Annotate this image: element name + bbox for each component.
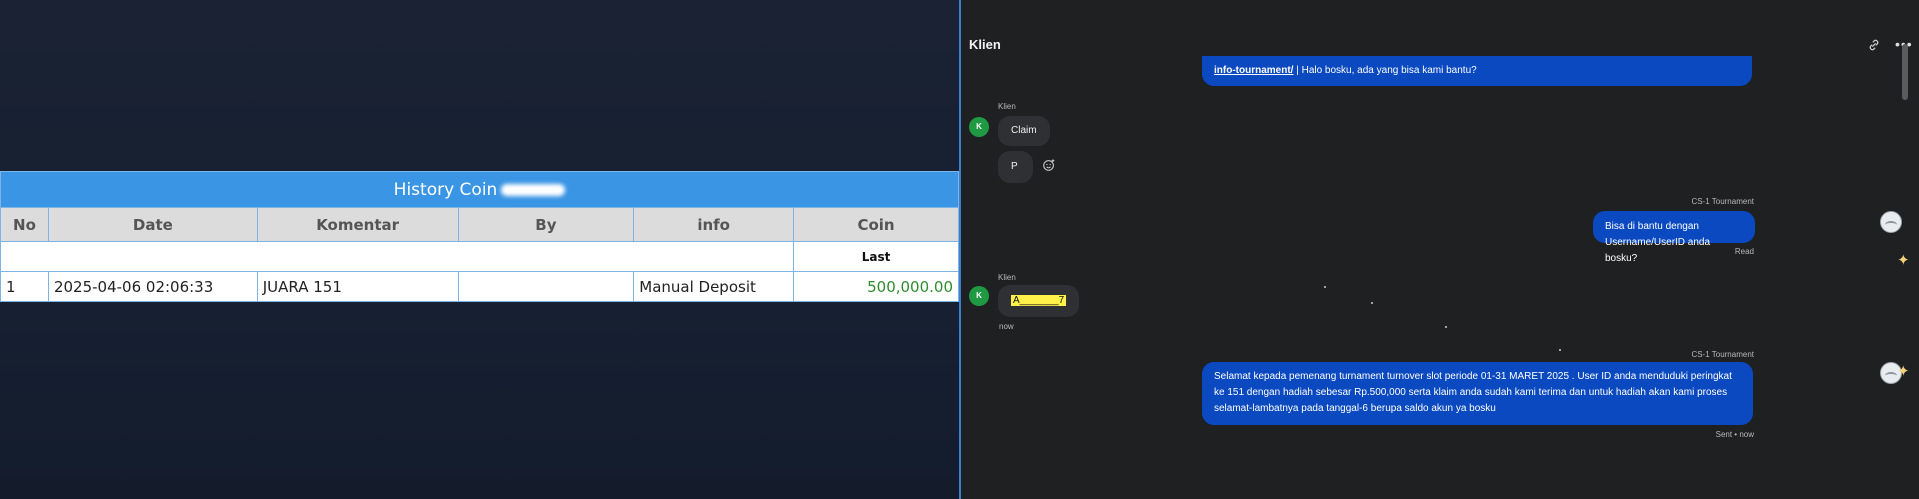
message-client: Claim — [998, 116, 1050, 146]
redacted-name — [501, 183, 566, 196]
cell-date: 2025-04-06 02:06:33 — [47, 271, 258, 302]
column-header-info[interactable]: info — [633, 207, 795, 242]
message-text: Claim — [1011, 125, 1037, 136]
sparkle-icon: ✦ — [1897, 252, 1910, 269]
subheader-spacer — [0, 241, 795, 272]
table-row: 1 2025-04-06 02:06:33 JUARA 151 Manual D… — [0, 271, 959, 302]
client-avatar: K — [969, 286, 989, 306]
cell-by — [457, 271, 635, 302]
message-text: Selamat kepada pemenang turnament turnov… — [1214, 371, 1732, 414]
tournament-link[interactable]: info-tournament/ — [1214, 65, 1293, 76]
decorative-dot — [1324, 286, 1326, 288]
column-header-coin[interactable]: Coin — [793, 207, 959, 242]
history-coin-table: History Coin No Date Komentar By info Co… — [0, 171, 959, 302]
decorative-dot — [1371, 302, 1373, 304]
sender-name: Klien — [998, 273, 1016, 282]
table-header-row: No Date Komentar By info Coin — [0, 207, 959, 242]
cell-info: Manual Deposit — [633, 271, 795, 302]
cell-no: 1 — [0, 271, 49, 302]
chat-panel: Klien ••• info-tournament/ | Halo bosku,… — [961, 0, 1919, 499]
table-title: History Coin — [0, 171, 959, 208]
column-header-komentar[interactable]: Komentar — [256, 207, 459, 242]
message-text: P — [1011, 161, 1018, 172]
message-agent-congratulation: Selamat kepada pemenang turnament turnov… — [1202, 362, 1753, 425]
message-text: Bisa di bantu dengan Username/UserID and… — [1605, 221, 1711, 264]
last-label: Last — [793, 241, 959, 272]
left-panel: History Coin No Date Komentar By info Co… — [0, 0, 959, 499]
message-agent-greeting: info-tournament/ | Halo bosku, ada yang … — [1202, 56, 1752, 86]
cell-komentar: JUARA 151 — [256, 271, 459, 302]
column-header-date[interactable]: Date — [47, 207, 258, 242]
read-status: Read — [1734, 247, 1754, 256]
link-icon[interactable] — [1867, 38, 1881, 52]
agent-avatar — [1880, 211, 1902, 233]
sender-name: CS-1 Tournament — [1691, 350, 1754, 359]
column-header-no[interactable]: No — [0, 207, 49, 242]
column-header-by[interactable]: By — [457, 207, 635, 242]
message-client: P — [998, 151, 1033, 183]
sender-name: Klien — [998, 102, 1016, 111]
sent-status: Sent • now — [1715, 430, 1754, 439]
sender-name: CS-1 Tournament — [1691, 197, 1754, 206]
scrollbar[interactable] — [1902, 44, 1908, 100]
sparkle-icon: ✦ — [1897, 363, 1910, 380]
client-avatar: K — [969, 117, 989, 137]
table-subheader-row: Last — [0, 241, 959, 272]
message-client: A_______7 — [998, 285, 1080, 317]
message-time: now — [999, 322, 1014, 331]
greeting-text: | Halo bosku, ada yang bisa kami bantu? — [1293, 65, 1477, 76]
table-title-text: History Coin — [393, 179, 498, 200]
chat-title: Klien — [969, 37, 1001, 52]
cell-coin: 500,000.00 — [793, 271, 959, 302]
decorative-dot — [1445, 326, 1447, 328]
message-agent: Bisa di bantu dengan Username/UserID and… — [1593, 211, 1755, 264]
message-text: A_______7 — [1011, 295, 1067, 306]
add-reaction-icon[interactable] — [1042, 158, 1056, 172]
